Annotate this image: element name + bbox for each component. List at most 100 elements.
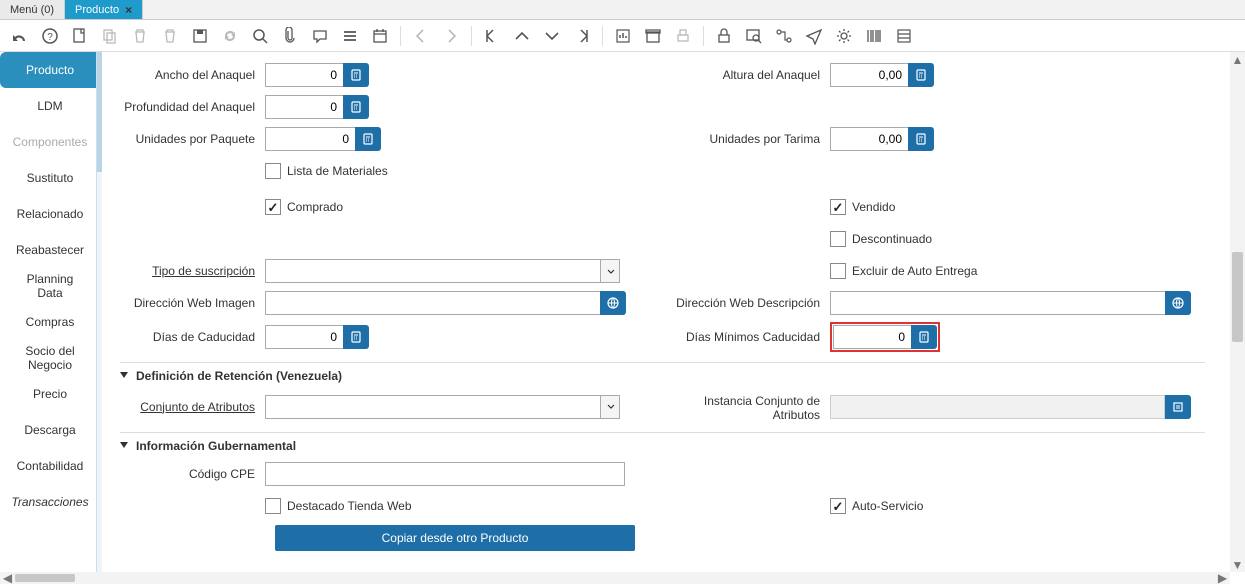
- scrollbar-thumb[interactable]: [1232, 252, 1243, 342]
- label-description-url: Dirección Web Descripción: [660, 296, 830, 310]
- attachment-icon[interactable]: [278, 24, 302, 48]
- scrollbar-thumb[interactable]: [97, 52, 102, 172]
- label-attribute-set[interactable]: Conjunto de Atributos: [120, 400, 265, 414]
- chevron-down-icon[interactable]: [600, 395, 620, 419]
- attribute-set-instance-input[interactable]: [830, 395, 1165, 419]
- scroll-up-icon[interactable]: ▲: [1230, 52, 1245, 67]
- sidebar-tab-relacionado[interactable]: Relacionado: [0, 196, 100, 232]
- send-icon[interactable]: [802, 24, 826, 48]
- bom-checkbox[interactable]: Lista de Materiales: [265, 163, 388, 179]
- workflow-icon[interactable]: [772, 24, 796, 48]
- exclude-auto-delivery-checkbox[interactable]: Excluir de Auto Entrega: [830, 263, 977, 279]
- undo-icon[interactable]: [8, 24, 32, 48]
- cpe-code-input[interactable]: [265, 462, 625, 486]
- description-url-input[interactable]: [830, 291, 1165, 315]
- globe-icon[interactable]: [600, 291, 626, 315]
- print-icon[interactable]: [671, 24, 695, 48]
- nav-first-icon[interactable]: [480, 24, 504, 48]
- separator: [602, 26, 603, 46]
- calculator-icon[interactable]: [343, 325, 369, 349]
- save-icon[interactable]: [188, 24, 212, 48]
- calculator-icon[interactable]: [908, 63, 934, 87]
- collapse-toggle[interactable]: [120, 369, 130, 383]
- nav-down-icon[interactable]: [540, 24, 564, 48]
- globe-icon[interactable]: [1165, 291, 1191, 315]
- min-guarantee-days-input[interactable]: [833, 325, 911, 349]
- sidebar-tab-transacciones[interactable]: Transacciones: [0, 484, 100, 520]
- history-icon[interactable]: [368, 24, 392, 48]
- scroll-down-icon[interactable]: ▼: [1230, 557, 1245, 572]
- shelf-height-input[interactable]: [830, 63, 908, 87]
- discontinued-checkbox[interactable]: Descontinuado: [830, 231, 932, 247]
- gear-icon[interactable]: [832, 24, 856, 48]
- chevron-down-icon[interactable]: [600, 259, 620, 283]
- calculator-icon[interactable]: [908, 127, 934, 151]
- highlighted-field: [830, 322, 940, 352]
- side-scrollbar[interactable]: [96, 52, 102, 572]
- refresh-icon[interactable]: [218, 24, 242, 48]
- vertical-scrollbar[interactable]: ▲ ▼: [1230, 52, 1245, 572]
- calculator-icon[interactable]: [355, 127, 381, 151]
- subscription-type-input[interactable]: [265, 259, 600, 283]
- guarantee-days-input[interactable]: [265, 325, 343, 349]
- scrollbar-thumb[interactable]: [15, 574, 75, 582]
- label-cpe-code: Código CPE: [120, 467, 265, 481]
- attribute-set-select[interactable]: [265, 395, 620, 419]
- label-shelf-width: Ancho del Anaquel: [120, 68, 265, 82]
- sidebar-tab-descarga[interactable]: Descarga: [0, 412, 100, 448]
- sidebar-tab-planning-data[interactable]: PlanningData: [0, 268, 100, 304]
- calculator-icon[interactable]: [343, 95, 369, 119]
- barcode-icon[interactable]: [862, 24, 886, 48]
- calculator-icon[interactable]: [911, 325, 937, 349]
- scroll-left-icon[interactable]: ◀: [0, 572, 15, 584]
- self-service-checkbox[interactable]: Auto-Servicio: [830, 498, 923, 514]
- zoom-icon[interactable]: [742, 24, 766, 48]
- nav-up-icon[interactable]: [510, 24, 534, 48]
- sidebar-tab-precio[interactable]: Precio: [0, 376, 100, 412]
- new-icon[interactable]: [68, 24, 92, 48]
- sidebar-tab-contabilidad[interactable]: Contabilidad: [0, 448, 100, 484]
- purchased-checkbox[interactable]: Comprado: [265, 199, 343, 215]
- report-icon[interactable]: [611, 24, 635, 48]
- sidebar-tab-reabastecer[interactable]: Reabastecer: [0, 232, 100, 268]
- close-icon[interactable]: ×: [125, 3, 132, 17]
- archive-icon[interactable]: [641, 24, 665, 48]
- copy-icon[interactable]: [98, 24, 122, 48]
- grid-icon[interactable]: [892, 24, 916, 48]
- label-subscription-type[interactable]: Tipo de suscripción: [120, 264, 265, 278]
- help-icon[interactable]: [38, 24, 62, 48]
- nav-next-icon[interactable]: [439, 24, 463, 48]
- units-pallet-input[interactable]: [830, 127, 908, 151]
- sold-checkbox[interactable]: Vendido: [830, 199, 895, 215]
- attribute-set-input[interactable]: [265, 395, 600, 419]
- collapse-toggle[interactable]: [120, 439, 130, 453]
- shelf-depth-input[interactable]: [265, 95, 343, 119]
- search-icon[interactable]: [248, 24, 272, 48]
- scroll-right-icon[interactable]: ▶: [1215, 572, 1230, 584]
- window-tab-producto[interactable]: Producto ×: [65, 0, 143, 19]
- label-guarantee-days: Días de Caducidad: [120, 330, 265, 344]
- sidebar-tab-producto[interactable]: Producto: [0, 52, 100, 88]
- horizontal-scrollbar[interactable]: ◀ ▶: [0, 572, 1230, 584]
- sidebar-tab-socio-negocio[interactable]: Socio delNegocio: [0, 340, 100, 376]
- attribute-icon[interactable]: [1165, 395, 1191, 419]
- window-tab-menu[interactable]: Menú (0): [0, 0, 65, 19]
- chat-icon[interactable]: [308, 24, 332, 48]
- sidebar-tab-ldm[interactable]: LDM: [0, 88, 100, 124]
- delete-all-icon[interactable]: [158, 24, 182, 48]
- image-url-input[interactable]: [265, 291, 600, 315]
- copy-from-product-button[interactable]: Copiar desde otro Producto: [275, 525, 635, 551]
- featured-webstore-checkbox[interactable]: Destacado Tienda Web: [265, 498, 412, 514]
- subscription-type-select[interactable]: [265, 259, 620, 283]
- nav-prev-icon[interactable]: [409, 24, 433, 48]
- lock-icon[interactable]: [712, 24, 736, 48]
- list-icon[interactable]: [338, 24, 362, 48]
- sidebar-tab-compras[interactable]: Compras: [0, 304, 100, 340]
- nav-last-icon[interactable]: [570, 24, 594, 48]
- calculator-icon[interactable]: [343, 63, 369, 87]
- delete-icon[interactable]: [128, 24, 152, 48]
- units-pack-input[interactable]: [265, 127, 355, 151]
- sidebar-tab-componentes[interactable]: Componentes: [0, 124, 100, 160]
- shelf-width-input[interactable]: [265, 63, 343, 87]
- sidebar-tab-sustituto[interactable]: Sustituto: [0, 160, 100, 196]
